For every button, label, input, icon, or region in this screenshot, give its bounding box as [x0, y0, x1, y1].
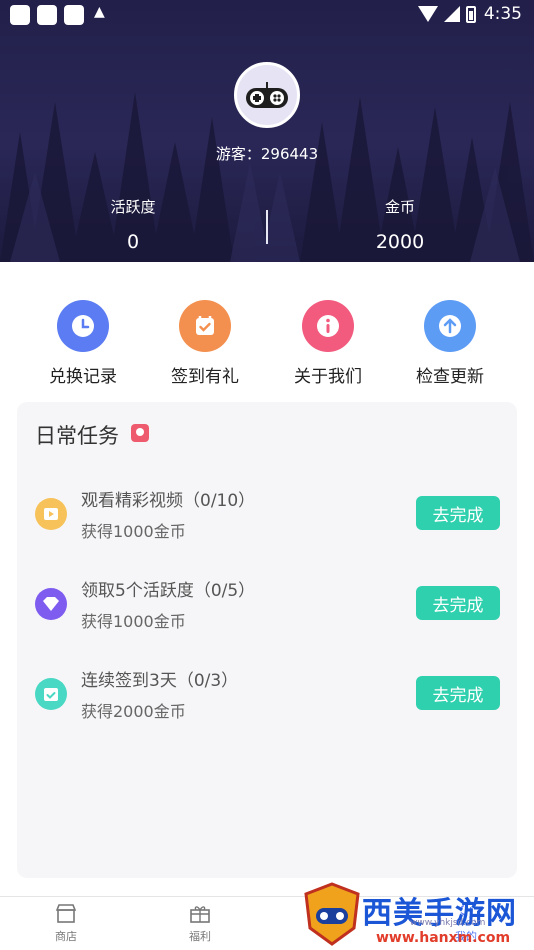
- action-label: 关于我们: [294, 367, 362, 387]
- task-item: 领取5个活跃度（0/5） 获得1000金币 去完成: [17, 576, 517, 646]
- action-about-us[interactable]: 关于我们: [273, 300, 383, 387]
- task-title: 观看精彩视频（0/10）: [81, 491, 256, 511]
- calendar-check-icon: [179, 300, 231, 352]
- task-reward: 获得2000金币: [81, 702, 186, 721]
- daily-tasks-title: 日常任务: [35, 424, 119, 448]
- shield-logo-icon: [304, 882, 360, 946]
- watermark-sub: www.yhkjsd.com: [410, 918, 486, 928]
- task-reward: 获得1000金币: [81, 612, 186, 631]
- nav-welfare[interactable]: 福利: [170, 903, 230, 944]
- task-item: 连续签到3天（0/3） 获得2000金币 去完成: [17, 666, 517, 736]
- coins-stat: 金币 2000: [330, 196, 470, 253]
- task-item: 观看精彩视频（0/10） 获得1000金币 去完成: [17, 486, 517, 556]
- upload-arrow-icon: [424, 300, 476, 352]
- nav-shop-label: 商店: [55, 930, 77, 943]
- task-reward: 获得1000金币: [81, 522, 186, 541]
- task-title: 领取5个活跃度（0/5）: [81, 581, 256, 601]
- status-bar: ▲ 4:35: [0, 0, 534, 30]
- signal-icon: [443, 6, 460, 22]
- task-complete-button[interactable]: 去完成: [416, 676, 500, 710]
- battery-icon: [465, 5, 476, 23]
- notification-icon: [10, 5, 30, 25]
- nav-shop[interactable]: 商店: [36, 903, 96, 944]
- avatar[interactable]: [234, 62, 300, 128]
- gift-icon: [190, 906, 210, 923]
- notification-icon: [64, 5, 84, 25]
- activity-stat: 活跃度 0: [63, 196, 203, 253]
- gamepad-icon: [246, 82, 288, 108]
- task-badge-icon: [131, 424, 149, 442]
- stat-divider: [266, 210, 268, 244]
- task-complete-button[interactable]: 去完成: [416, 586, 500, 620]
- bell-icon: ▲: [94, 4, 105, 20]
- action-checkin-gift[interactable]: 签到有礼: [150, 300, 260, 387]
- coins-label: 金币: [384, 198, 415, 216]
- status-time: 4:35: [483, 4, 522, 24]
- task-title: 连续签到3天（0/3）: [81, 671, 239, 691]
- info-icon: [302, 300, 354, 352]
- quick-actions: 兑换记录 签到有礼 关于我们 检查更新: [0, 300, 534, 390]
- action-exchange-records[interactable]: 兑换记录: [28, 300, 138, 387]
- notification-icon: [37, 5, 57, 25]
- nav-welfare-label: 福利: [189, 930, 211, 943]
- daily-tasks-card: 日常任务 观看精彩视频（0/10） 获得1000金币 去完成 领取5个活跃度（0…: [17, 402, 517, 878]
- coins-value: 2000: [375, 231, 425, 253]
- site-watermark: 西美手游网 www.yhkjsd.com www.hanxm.com: [292, 878, 534, 950]
- activity-label: 活跃度: [110, 198, 156, 216]
- task-complete-button[interactable]: 去完成: [416, 496, 500, 530]
- action-label: 兑换记录: [49, 367, 117, 387]
- diamond-icon: [35, 588, 67, 620]
- activity-value: 0: [126, 231, 140, 253]
- wifi-icon: [417, 6, 438, 22]
- clock-icon: [57, 300, 109, 352]
- check-calendar-icon: [35, 678, 67, 710]
- play-icon: [35, 498, 67, 530]
- guest-id: 游客：296443: [215, 145, 319, 163]
- action-label: 签到有礼: [171, 367, 239, 387]
- profile-header: ▲ 4:35 游客：296443 活跃度 0 金币 2000: [0, 0, 534, 262]
- watermark-url: www.hanxm.com: [376, 930, 511, 946]
- action-check-update[interactable]: 检查更新: [395, 300, 505, 387]
- action-label: 检查更新: [416, 367, 484, 387]
- store-icon: [55, 904, 77, 923]
